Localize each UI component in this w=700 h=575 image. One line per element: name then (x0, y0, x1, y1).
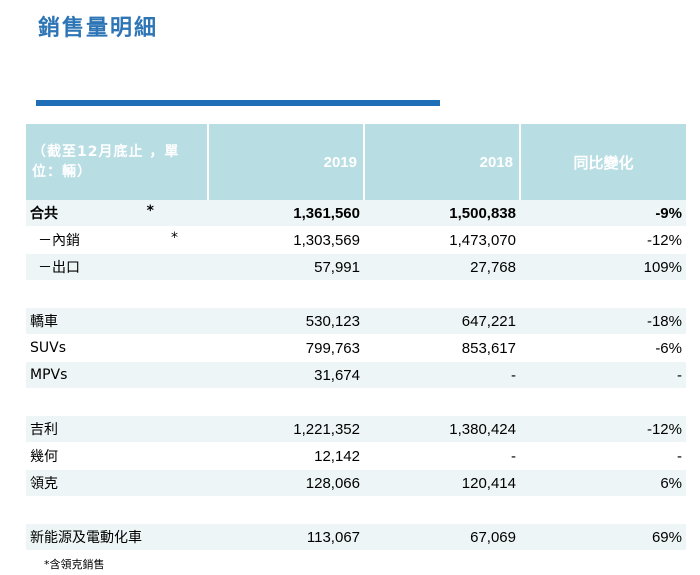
row-value-2018: 1,380,424 (364, 415, 520, 443)
row-value-2019: 113,067 (208, 523, 364, 551)
row-value-2018: 647,221 (364, 307, 520, 335)
row-change: -9% (520, 200, 686, 227)
table-row: 吉利 1,221,352 1,380,424 -12% (26, 415, 686, 443)
header-unit: （截至12月底止 ，單位：輛） (26, 124, 209, 200)
row-change: -12% (520, 226, 686, 254)
table-row: －出口 57,991 27,768 109% (26, 253, 686, 281)
row-value-2019: 31,674 (208, 361, 364, 389)
row-change: -18% (520, 307, 686, 335)
row-value-2019: 1,303,569 (208, 226, 364, 254)
row-change: - (520, 361, 686, 389)
table-row: MPVs 31,674 - - (26, 361, 686, 389)
table-row: SUVs 799,763 853,617 -6% (26, 334, 686, 362)
row-label: MPVs (26, 361, 208, 389)
footnote: *含領克銷售 (44, 558, 105, 571)
row-label: SUVs (26, 334, 208, 362)
row-label: 幾何 (26, 442, 208, 470)
row-value-2019: 57,991 (208, 253, 364, 281)
row-value-2018: 67,069 (364, 523, 520, 551)
row-label: 吉利 (26, 415, 208, 443)
row-label: 領克 (26, 469, 208, 497)
row-value-2018: 1,500,838 (364, 200, 520, 227)
row-value-2018: 853,617 (364, 334, 520, 362)
row-value-2019: 128,066 (208, 469, 364, 497)
page-title: 銷售量明細 (38, 15, 159, 41)
row-label-text: －內銷 (38, 233, 80, 249)
table-row: 轎車 530,123 647,221 -18% (26, 307, 686, 335)
row-value-2018: - (364, 442, 520, 470)
row-value-2018: 120,414 (364, 469, 520, 497)
header-change: 同比變化 (520, 124, 686, 200)
table-row: 領克 128,066 120,414 6% (26, 469, 686, 497)
row-value-2018: 1,473,070 (364, 226, 520, 254)
row-change: - (520, 442, 686, 470)
table-row: 幾何 12,142 - - (26, 442, 686, 470)
row-value-2018: 27,768 (364, 253, 520, 281)
row-mark: * (171, 230, 178, 246)
row-label: 合共 * (26, 200, 208, 227)
row-value-2019: 530,123 (208, 307, 364, 335)
title-underline (36, 100, 440, 106)
row-value-2018: - (364, 361, 520, 389)
row-change: -12% (520, 415, 686, 443)
header-2018: 2018 (364, 124, 521, 200)
spacer-row (26, 280, 686, 308)
spacer-row (26, 496, 686, 524)
row-value-2019: 1,221,352 (208, 415, 364, 443)
table-row: 合共 * 1,361,560 1,500,838 -9% (26, 200, 686, 227)
table-row: 新能源及電動化車 113,067 67,069 69% (26, 523, 686, 551)
row-change: 109% (520, 253, 686, 281)
spacer-row (26, 388, 686, 416)
row-value-2019: 1,361,560 (208, 200, 364, 227)
row-label: －內銷 * (26, 226, 208, 254)
row-label-text: 合共 (30, 206, 58, 222)
row-change: 69% (520, 523, 686, 551)
row-label: 新能源及電動化車 (26, 523, 208, 551)
header-2019: 2019 (208, 124, 365, 200)
row-change: -6% (520, 334, 686, 362)
row-value-2019: 799,763 (208, 334, 364, 362)
table-header-row: （截至12月底止 ，單位：輛） 2019 2018 同比變化 (26, 124, 686, 200)
row-label-text: －出口 (38, 260, 80, 276)
row-value-2019: 12,142 (208, 442, 364, 470)
table-row: －內銷 * 1,303,569 1,473,070 -12% (26, 226, 686, 254)
row-label: 轎車 (26, 307, 208, 335)
row-label: －出口 (26, 253, 208, 281)
row-change: 6% (520, 469, 686, 497)
sales-table: （截至12月底止 ，單位：輛） 2019 2018 同比變化 合共 * 1,361… (26, 124, 686, 551)
row-mark: * (146, 203, 154, 219)
